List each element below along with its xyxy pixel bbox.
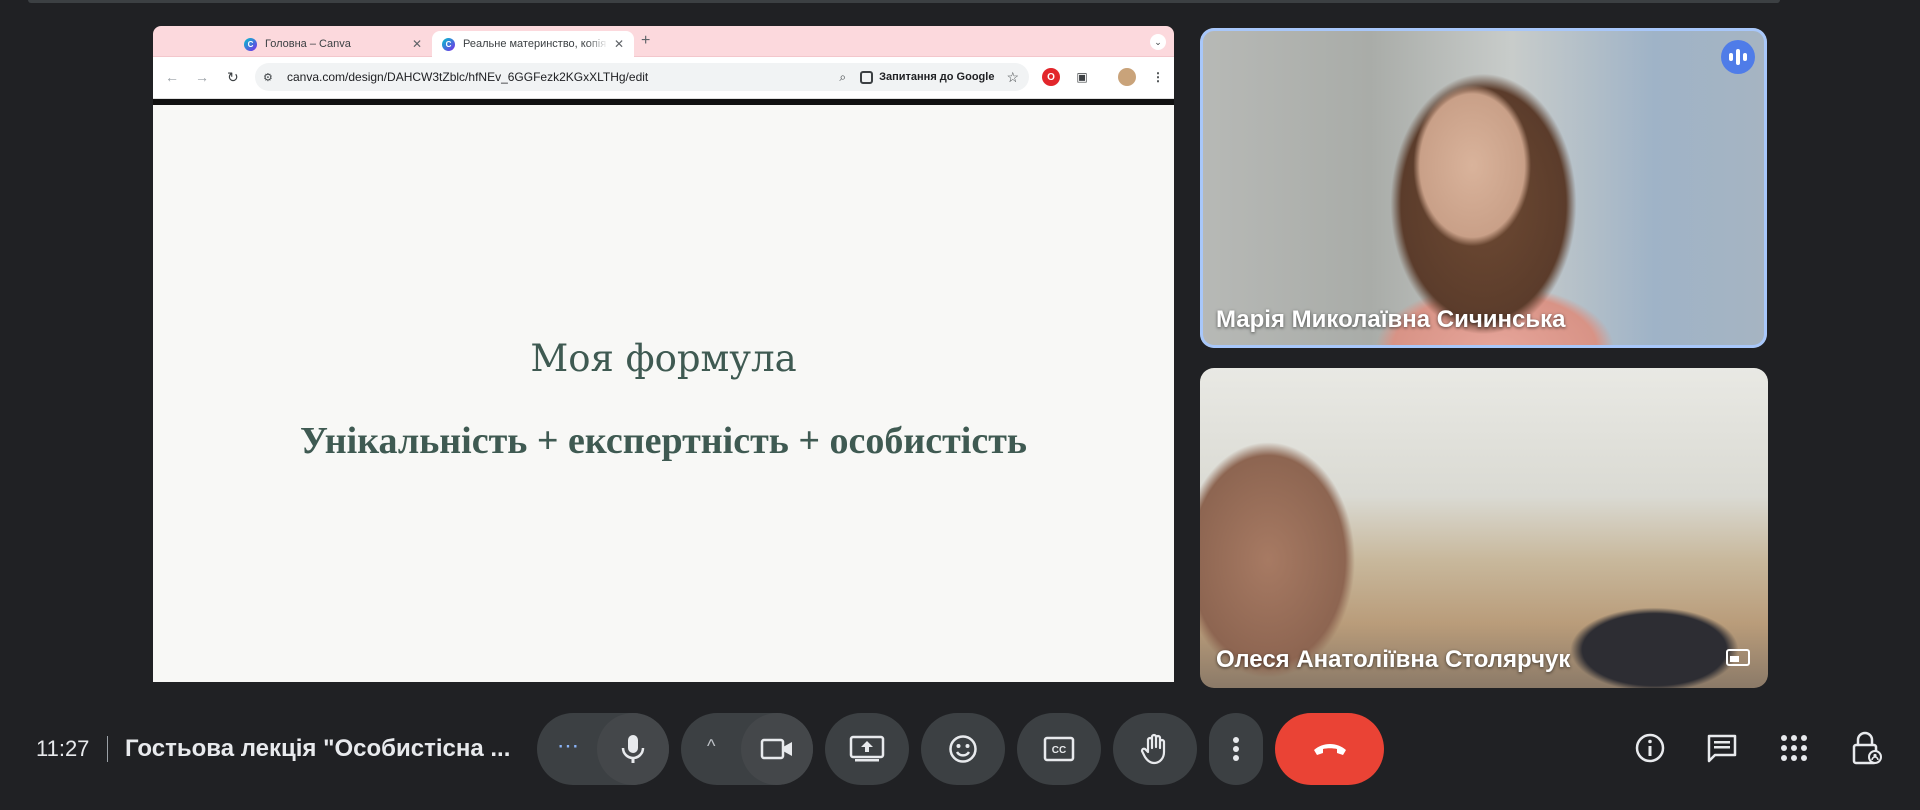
svg-text:CC: CC: [1052, 745, 1066, 756]
slide-formula: Унікальність + експертність + особистіст…: [300, 420, 1027, 462]
browser-tab-design[interactable]: C Реальне материнство, копія ✕: [432, 31, 634, 57]
canva-favicon-icon: C: [442, 37, 455, 51]
puzzle-extension-icon[interactable]: ▣: [1073, 68, 1091, 86]
raise-hand-button[interactable]: [1113, 713, 1197, 785]
kebab-menu-icon: [1233, 737, 1239, 761]
tab-search-icon[interactable]: ⌄: [1150, 34, 1166, 50]
presentation-slide: Моя формула Унікальність + експертність …: [153, 105, 1174, 682]
opera-extension-icon[interactable]: O: [1042, 68, 1060, 86]
meeting-clock: 11:27: [36, 736, 90, 761]
browser-tab-bar: C Головна – Canva ✕ C Реальне материнств…: [153, 26, 1174, 57]
slide-title: Моя формула: [530, 337, 797, 380]
tab-label: Реальне материнство, копія: [463, 38, 607, 50]
chat-icon[interactable]: [1704, 730, 1740, 766]
meeting-info-icon[interactable]: [1632, 730, 1668, 766]
speaking-indicator-icon: [1721, 40, 1755, 74]
hang-up-icon: [1313, 744, 1346, 755]
more-actions-button[interactable]: [1209, 713, 1263, 785]
camera-button[interactable]: [741, 713, 813, 785]
star-icon[interactable]: ☆: [1006, 69, 1019, 86]
captions-button[interactable]: CC: [1017, 713, 1101, 785]
meeting-title: Гостьова лекція "Особистісна ...: [125, 735, 511, 762]
emoji-icon: [949, 735, 977, 763]
participant-name: Марія Миколаївна Сичинська: [1216, 306, 1566, 333]
kebab-menu-icon[interactable]: ⋮: [1149, 68, 1167, 86]
forward-icon[interactable]: →: [195, 69, 209, 85]
top-strip: [28, 0, 1780, 3]
new-tab-icon[interactable]: +: [641, 32, 650, 50]
participant-tile-classroom[interactable]: Олеся Анатоліївна Столярчук: [1200, 368, 1768, 688]
address-bar[interactable]: ⚙ canva.com/design/DAHCW3tZblc/hfNEv_6GG…: [255, 63, 1029, 91]
profile-avatar-icon[interactable]: [1118, 68, 1136, 86]
browser-toolbar: ← → ↻ ⚙ canva.com/design/DAHCW3tZblc/hfN…: [153, 57, 1174, 99]
url-text[interactable]: canva.com/design/DAHCW3tZblc/hfNEv_6GGFe…: [287, 70, 839, 84]
chevron-up-icon[interactable]: ^: [707, 736, 715, 757]
present-screen-icon: [849, 735, 885, 762]
mic-control-group: ⋯: [537, 713, 669, 785]
canva-favicon-icon: C: [244, 37, 257, 51]
activities-grid-icon[interactable]: [1776, 730, 1812, 766]
reactions-button[interactable]: [921, 713, 1005, 785]
close-tab-icon[interactable]: ✕: [614, 37, 624, 51]
picture-in-picture-icon[interactable]: [1726, 649, 1750, 666]
camera-control-group: ^: [681, 713, 813, 785]
camera-icon: [760, 738, 792, 760]
close-tab-icon[interactable]: ✕: [412, 37, 422, 51]
shared-screen: C Головна – Canva ✕ C Реальне материнств…: [153, 26, 1174, 682]
zoom-icon[interactable]: ⌕: [839, 70, 846, 85]
more-options-icon[interactable]: ⋯: [557, 733, 580, 759]
raise-hand-icon: [1140, 733, 1166, 765]
back-icon[interactable]: ←: [165, 69, 179, 85]
participant-tile-speaker[interactable]: Марія Миколаївна Сичинська: [1200, 28, 1767, 348]
ask-google-button[interactable]: Запитання до Google: [860, 70, 995, 84]
reload-icon[interactable]: ↻: [227, 69, 239, 86]
google-lens-icon: [860, 70, 874, 84]
participant-name: Олеся Анатоліївна Столярчук: [1216, 646, 1571, 673]
microphone-icon: [621, 735, 645, 763]
tab-label: Головна – Canva: [265, 38, 351, 50]
host-controls-lock-icon[interactable]: [1848, 730, 1884, 766]
divider: [107, 736, 108, 762]
captions-icon: CC: [1043, 736, 1075, 762]
browser-tab-canva-home[interactable]: C Головна – Canva ✕: [234, 31, 432, 57]
site-info-icon[interactable]: ⚙: [263, 71, 283, 84]
active-speaker-outline: [1200, 28, 1767, 348]
microphone-button[interactable]: [597, 713, 669, 785]
present-screen-button[interactable]: [825, 713, 909, 785]
ask-google-label: Запитання до Google: [879, 71, 995, 83]
leave-call-button[interactable]: [1275, 713, 1384, 785]
